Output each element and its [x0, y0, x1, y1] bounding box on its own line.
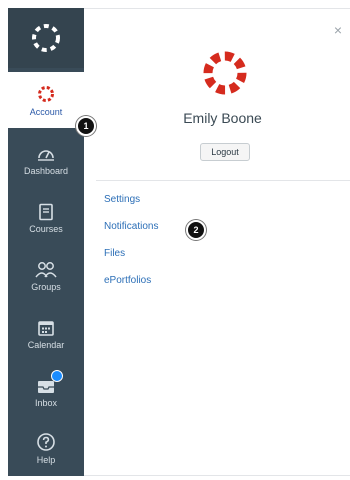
nav-item-groups[interactable]: Groups [8, 248, 84, 304]
canvas-logo-icon [32, 24, 60, 52]
help-icon [37, 432, 55, 451]
callout-step-2: 2 [186, 220, 206, 240]
nav-label-courses: Courses [29, 223, 63, 234]
nav-item-dashboard[interactable]: Dashboard [8, 132, 84, 188]
nav-label-dashboard: Dashboard [23, 165, 69, 176]
notifications-link[interactable]: Notifications [104, 221, 158, 248]
nav-label-account: Account [29, 106, 63, 117]
calendar-icon [38, 320, 54, 336]
user-avatar [203, 51, 247, 95]
files-link[interactable]: Files [104, 248, 158, 275]
dashboard-icon [38, 149, 54, 161]
close-tray-button[interactable]: × [334, 22, 342, 38]
eportfolios-link[interactable]: ePortfolios [104, 275, 158, 302]
global-nav: Account Dashboard Courses Groups Calenda… [8, 8, 84, 476]
nav-label-help: Help [36, 454, 56, 465]
divider [96, 180, 350, 181]
courses-icon [39, 203, 53, 220]
account-links: Settings Notifications Files ePortfolios [104, 194, 158, 302]
nav-label-calendar: Calendar [27, 339, 65, 350]
canvas-logo[interactable] [8, 8, 84, 68]
nav-item-help[interactable]: Help [8, 420, 84, 476]
logout-button[interactable]: Logout [200, 143, 250, 161]
account-avatar-icon [38, 85, 54, 102]
nav-item-account[interactable]: Account [8, 72, 84, 128]
callout-step-1: 1 [76, 116, 96, 136]
nav-item-inbox[interactable]: Inbox [8, 364, 84, 420]
user-name: Emily Boone [183, 110, 262, 126]
groups-icon [35, 261, 57, 277]
nav-label-inbox: Inbox [34, 397, 58, 408]
inbox-unread-badge [51, 370, 63, 382]
nav-item-courses[interactable]: Courses [8, 190, 84, 246]
nav-item-calendar[interactable]: Calendar [8, 306, 84, 362]
nav-label-groups: Groups [31, 281, 61, 292]
settings-link[interactable]: Settings [104, 194, 158, 221]
